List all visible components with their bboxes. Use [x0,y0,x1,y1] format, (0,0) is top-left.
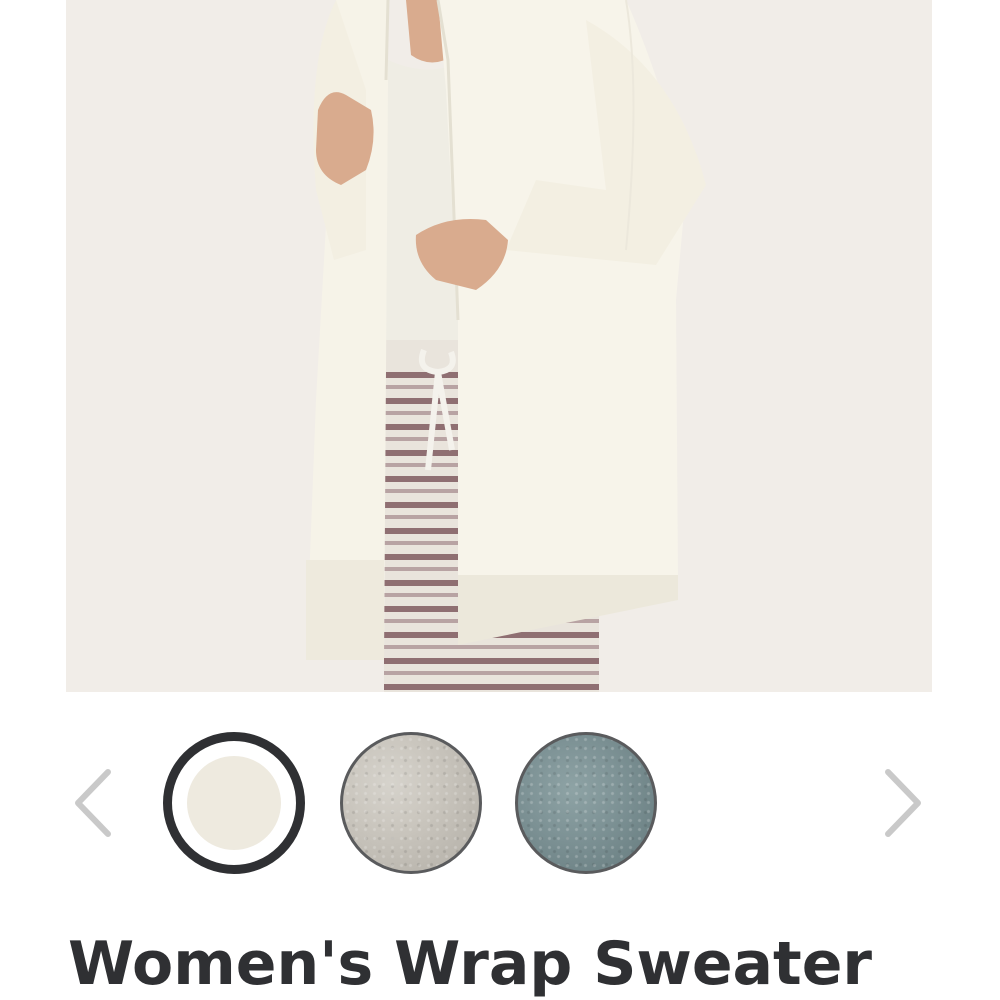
product-page: Women's Wrap Sweater [0,0,1000,1000]
cream-swatch[interactable] [163,732,305,874]
product-title: Women's Wrap Sweater [68,929,872,999]
chevron-right-icon [885,769,921,837]
blue-grey-texture [518,735,654,871]
blue-grey-swatch[interactable] [515,732,657,874]
product-photo-illustration [66,0,932,692]
carousel-next-button[interactable] [880,768,926,838]
cream-swatch-color [187,756,281,850]
color-swatch-carousel [0,728,1000,878]
heather-grey-swatch[interactable] [340,732,482,874]
heather-grey-texture [343,735,479,871]
carousel-prev-button[interactable] [70,768,116,838]
chevron-left-icon [75,769,111,837]
product-image[interactable] [66,0,932,692]
